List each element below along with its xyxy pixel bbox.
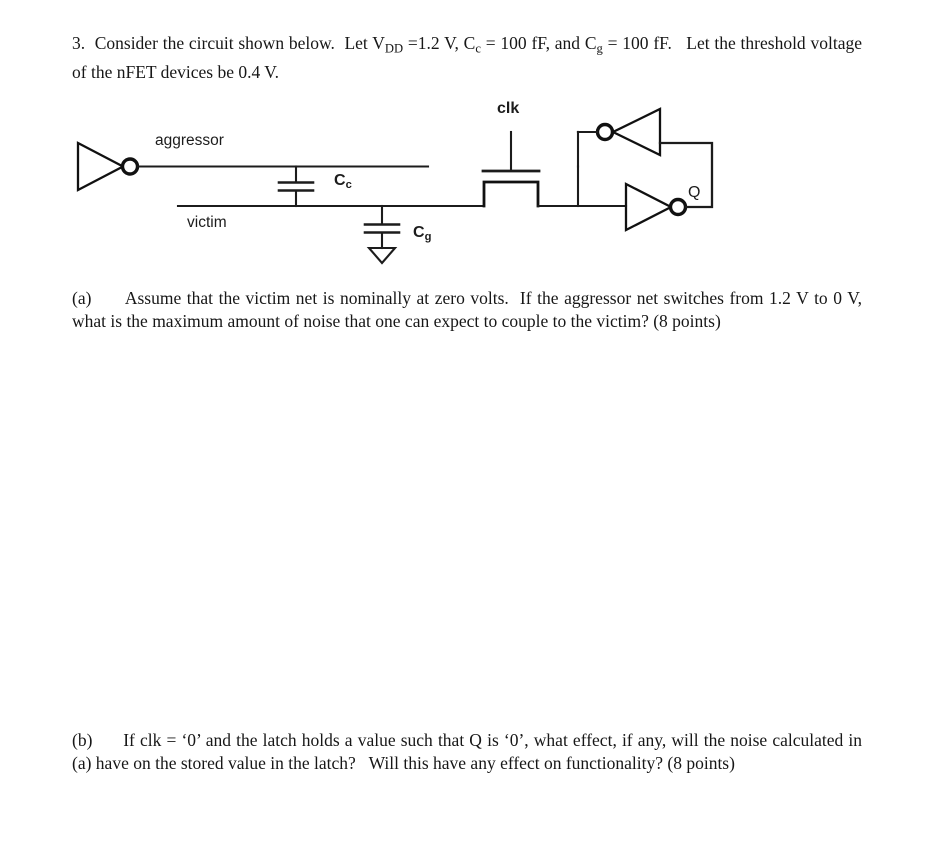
feedback-inverter-triangle [610,107,662,157]
cc-label-subscript: c [345,178,352,191]
q-output-label: Q [688,184,701,201]
ground-symbol-icon [366,246,398,265]
driver-inverter-triangle [76,141,126,192]
feedback-inverter-bubble [595,122,615,142]
aggressor-net-label: aggressor [155,132,224,149]
circuit-schematic-svg [76,107,714,265]
forward-inverter-bubble [668,197,688,217]
part-a-text: Assume that the victim net is nominally … [72,288,867,331]
forward-inverter-triangle [624,182,674,232]
problem-stem: 3. Consider the circuit shown below. Let… [72,32,862,84]
cg-capacitor-label: Cg [413,224,431,243]
nfet-channel [482,180,540,208]
clk-signal-label: clk [497,100,520,117]
part-b-text: If clk = ‘0’ and the latch holds a value… [72,730,867,773]
part-a-label: (a) [72,288,92,308]
cg-label-subscript: g [424,230,432,243]
circuit-diagram: aggressor victim Cc Cg clk Q [60,96,740,276]
victim-net-label: victim [187,214,227,231]
part-b-spacer [92,730,123,750]
vdd-subscript: DD [384,41,404,56]
stem-text-run-3: = 100 fF, and C [480,33,597,53]
part-b-block: (b) If clk = ‘0’ and the latch holds a v… [72,729,862,775]
driver-inverter-bubble [120,157,140,176]
stem-text-run-1: 3. Consider the circuit shown below. Let… [72,33,385,53]
part-a-spacer [91,288,124,308]
latch-feedback-wire [658,141,714,209]
cc-capacitor-label: Cc [334,172,352,191]
part-a-block: (a) Assume that the victim net is nomina… [72,287,862,333]
stem-text-run-2: =1.2 V, C [403,33,476,53]
cc-label-base: C [334,172,346,189]
cg-label-base: C [413,224,425,241]
part-b-label: (b) [72,730,93,750]
